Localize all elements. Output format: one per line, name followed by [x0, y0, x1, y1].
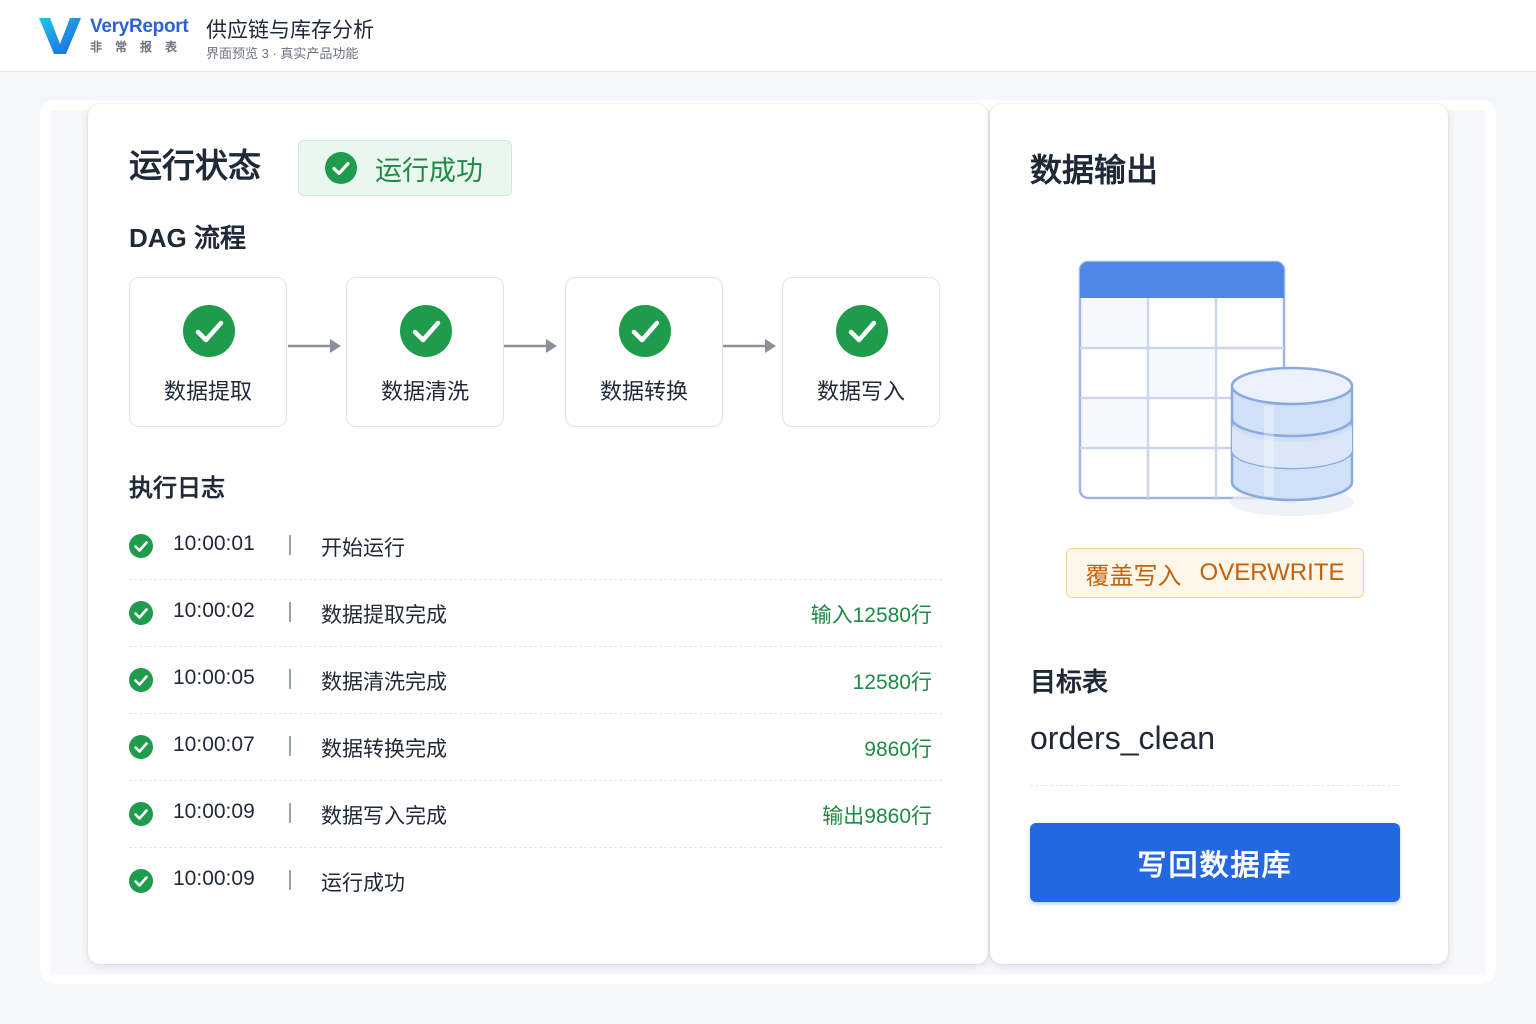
log-separator — [289, 803, 291, 823]
check-circle-icon — [129, 735, 153, 759]
dag-step-clean[interactable]: 数据清洗 — [346, 277, 504, 427]
page-title: 供应链与库存分析 — [206, 19, 374, 42]
check-circle-icon — [325, 152, 357, 184]
arrow-right-icon — [288, 339, 341, 353]
check-circle-icon — [619, 305, 671, 357]
dag-step-transform[interactable]: 数据转换 — [565, 277, 723, 427]
write-mode-en: OVERWRITE — [1199, 559, 1345, 586]
dag-step-write[interactable]: 数据写入 — [782, 277, 940, 427]
data-output-panel: 数据输出 覆盖写入 OVERWRITE 目标表 orders_clean 写回数… — [990, 104, 1448, 964]
dag-step-label: 数据写入 — [816, 379, 905, 404]
log-time: 10:00:01 — [173, 532, 255, 555]
check-circle-icon — [129, 534, 153, 558]
check-circle-icon — [129, 802, 153, 826]
dag-step-label: 数据转换 — [599, 379, 688, 404]
check-circle-icon — [129, 869, 153, 893]
veryreport-logo — [39, 18, 81, 54]
status-badge: 运行成功 — [298, 140, 512, 196]
write-mode-cn: 覆盖写入 — [1085, 562, 1182, 590]
log-message: 运行成功 — [321, 872, 405, 895]
log-time: 10:00:09 — [173, 800, 255, 823]
log-message: 开始运行 — [321, 537, 405, 560]
log-message: 数据转换完成 — [321, 738, 447, 761]
log-count: 输入12580行 — [810, 604, 932, 627]
divider — [1030, 785, 1400, 786]
log-separator — [289, 602, 291, 622]
log-count: 9860行 — [864, 738, 932, 761]
log-message: 数据清洗完成 — [321, 671, 447, 694]
check-circle-icon — [129, 668, 153, 692]
run-status-panel: 运行状态 运行成功 DAG 流程 数据提取 数据清洗 数据转换 数据写入 执行日… — [88, 104, 988, 964]
log-time: 10:00:05 — [173, 666, 255, 689]
target-table-name: orders_clean — [1030, 720, 1215, 756]
log-separator — [289, 870, 291, 890]
log-count: 12580行 — [852, 671, 932, 694]
dag-heading: DAG 流程 — [129, 223, 247, 253]
log-time: 10:00:02 — [173, 599, 255, 622]
log-row: 10:00:01 开始运行 — [129, 513, 942, 580]
check-circle-icon — [183, 305, 235, 357]
log-time: 10:00:07 — [173, 733, 255, 756]
brand-name-cn: 非常报表 — [90, 40, 191, 54]
dag-step-label: 数据清洗 — [380, 379, 469, 404]
brand-name-en: VeryReport — [90, 16, 189, 37]
log-row: 10:00:09 数据写入完成 输出9860行 — [129, 781, 942, 848]
check-circle-icon — [129, 601, 153, 625]
log-time: 10:00:09 — [173, 867, 255, 890]
log-row: 10:00:09 运行成功 — [129, 848, 942, 915]
log-heading: 执行日志 — [129, 475, 225, 502]
arrow-right-icon — [723, 339, 776, 353]
log-message: 数据写入完成 — [321, 805, 447, 828]
log-separator — [289, 669, 291, 689]
status-badge-label: 运行成功 — [375, 155, 483, 186]
log-separator — [289, 535, 291, 555]
log-row: 10:00:07 数据转换完成 9860行 — [129, 714, 942, 781]
log-row: 10:00:05 数据清洗完成 12580行 — [129, 647, 942, 714]
log-count: 输出9860行 — [822, 805, 932, 828]
data-output-heading: 数据输出 — [1030, 152, 1159, 188]
log-row: 10:00:02 数据提取完成 输入12580行 — [129, 580, 942, 647]
log-message: 数据提取完成 — [321, 604, 447, 627]
brand: VeryReport 非常报表 — [90, 17, 190, 55]
top-bar: VeryReport 非常报表 供应链与库存分析 界面预览 3 · 真实产品功能 — [0, 0, 1536, 72]
target-table-label: 目标表 — [1030, 667, 1109, 697]
page-subtitle: 界面预览 3 · 真实产品功能 — [206, 46, 359, 61]
check-circle-icon — [836, 305, 888, 357]
log-separator — [289, 736, 291, 756]
table-database-icon — [1078, 260, 1354, 516]
dag-step-label: 数据提取 — [163, 379, 252, 404]
dag-step-extract[interactable]: 数据提取 — [129, 277, 287, 427]
write-mode-badge: 覆盖写入 OVERWRITE — [1066, 548, 1364, 598]
run-status-heading: 运行状态 — [129, 147, 261, 184]
write-back-database-button[interactable]: 写回数据库 — [1030, 823, 1400, 902]
arrow-right-icon — [504, 339, 557, 353]
check-circle-icon — [400, 305, 452, 357]
